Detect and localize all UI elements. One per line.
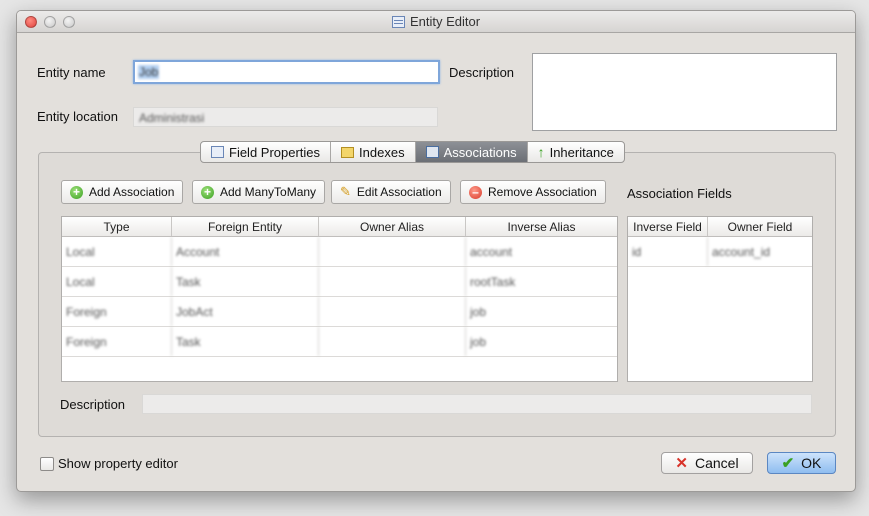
association-fields-title: Association Fields [627,186,732,201]
cell-foreign-entity: Account [172,237,319,266]
plus-icon: + [201,185,214,199]
cell-foreign-entity: JobAct [172,297,319,326]
table-row[interactable]: Foreign Task job [62,327,617,357]
index-icon [341,146,355,158]
cell-type: Foreign [62,297,172,326]
entity-location-value: Administrasi [139,111,205,125]
associations-table: Type Foreign Entity Owner Alias Inverse … [61,216,618,382]
cell-owner-alias [319,267,466,296]
cell-foreign-entity: Task [172,327,319,356]
entity-table-icon [391,15,405,28]
button-label: Edit Association [356,185,442,199]
cell-inverse-alias: job [470,304,487,319]
button-label: Remove Association [488,185,597,199]
table-row[interactable]: Local Account account [62,237,617,267]
cell-type: Local [62,267,172,296]
minus-icon: – [469,185,482,199]
title-bar: Entity Editor [17,11,855,33]
zoom-window-button[interactable] [63,16,75,28]
plus-icon: + [70,185,83,199]
entity-name-field[interactable]: Job [133,60,440,84]
window-title: Entity Editor [409,14,481,29]
cell-inverse-field: id [628,237,708,266]
up-arrow-icon: ↑ [537,144,545,160]
cell-inverse-alias: job [470,334,487,349]
editor-tabs: Field Properties Indexes Associations ↑ … [200,141,625,163]
x-icon: ✕ [675,455,688,472]
entity-editor-window: Entity Editor Entity name Job Descriptio… [16,10,856,492]
tab-indexes[interactable]: Indexes [331,142,416,162]
cancel-button[interactable]: ✕ Cancel [661,452,753,474]
cell-owner-alias [319,327,466,356]
entity-description-field[interactable] [532,53,837,131]
tab-label: Associations [443,144,517,160]
table-header: Inverse Field Owner Field [628,217,812,237]
table-row[interactable]: Local Task rootTask [62,267,617,297]
cell-type: Foreign [62,327,172,356]
tab-label: Indexes [359,144,405,160]
table-row[interactable]: id account_id [628,237,812,267]
button-label: Add ManyToMany [220,185,317,199]
association-fields-table: Inverse Field Owner Field id account_id [627,216,813,382]
tab-field-properties[interactable]: Field Properties [201,142,332,162]
add-association-button[interactable]: + Add Association [61,180,184,204]
cell-inverse-alias: rootTask [470,274,516,289]
cell-type: Local [62,237,172,266]
close-window-button[interactable] [25,16,37,28]
button-label: OK [801,455,822,471]
window-controls [25,16,75,28]
cell-owner-alias [319,297,466,326]
cell-owner-alias [319,237,466,266]
column-header-inverse-alias[interactable]: Inverse Alias [466,217,617,236]
tab-label: Field Properties [229,144,321,160]
remove-association-button[interactable]: – Remove Association [460,180,606,204]
table-header: Type Foreign Entity Owner Alias Inverse … [62,217,617,237]
association-icon [425,146,439,158]
show-property-editor-label: Show property editor [58,456,178,471]
edit-association-button[interactable]: ✎ Edit Association [331,180,451,204]
add-many-to-many-button[interactable]: + Add ManyToMany [192,180,326,204]
column-header-foreign-entity[interactable]: Foreign Entity [172,217,319,236]
button-label: Cancel [694,455,739,471]
button-label: Add Association [89,185,175,199]
column-header-inverse-field[interactable]: Inverse Field [628,217,708,236]
entity-location-field: Administrasi [133,107,438,127]
title-group: Entity Editor [391,14,481,29]
entity-name-value: Job [138,65,160,79]
column-header-owner-field[interactable]: Owner Field [708,217,812,236]
column-header-owner-alias[interactable]: Owner Alias [319,217,466,236]
column-header-type[interactable]: Type [62,217,172,236]
association-description-field[interactable] [142,394,812,414]
pencil-icon: ✎ [340,184,351,199]
table-icon [211,146,224,158]
cell-foreign-entity: Task [172,267,319,296]
minimize-window-button[interactable] [44,16,56,28]
show-property-editor-checkbox[interactable] [40,457,54,471]
ok-button[interactable]: ✔ OK [767,452,836,474]
check-icon: ✔ [781,455,795,472]
association-description-label: Description [60,397,126,412]
tab-label: Inheritance [549,144,614,160]
cell-inverse-alias: account [470,244,513,259]
cell-owner-field: account_id [712,244,771,259]
description-label: Description [449,65,515,80]
tab-associations[interactable]: Associations [415,142,528,162]
table-row[interactable]: Foreign JobAct job [62,297,617,327]
entity-name-label: Entity name [37,65,106,80]
entity-location-label: Entity location [37,109,118,124]
tab-inheritance[interactable]: ↑ Inheritance [528,142,624,162]
